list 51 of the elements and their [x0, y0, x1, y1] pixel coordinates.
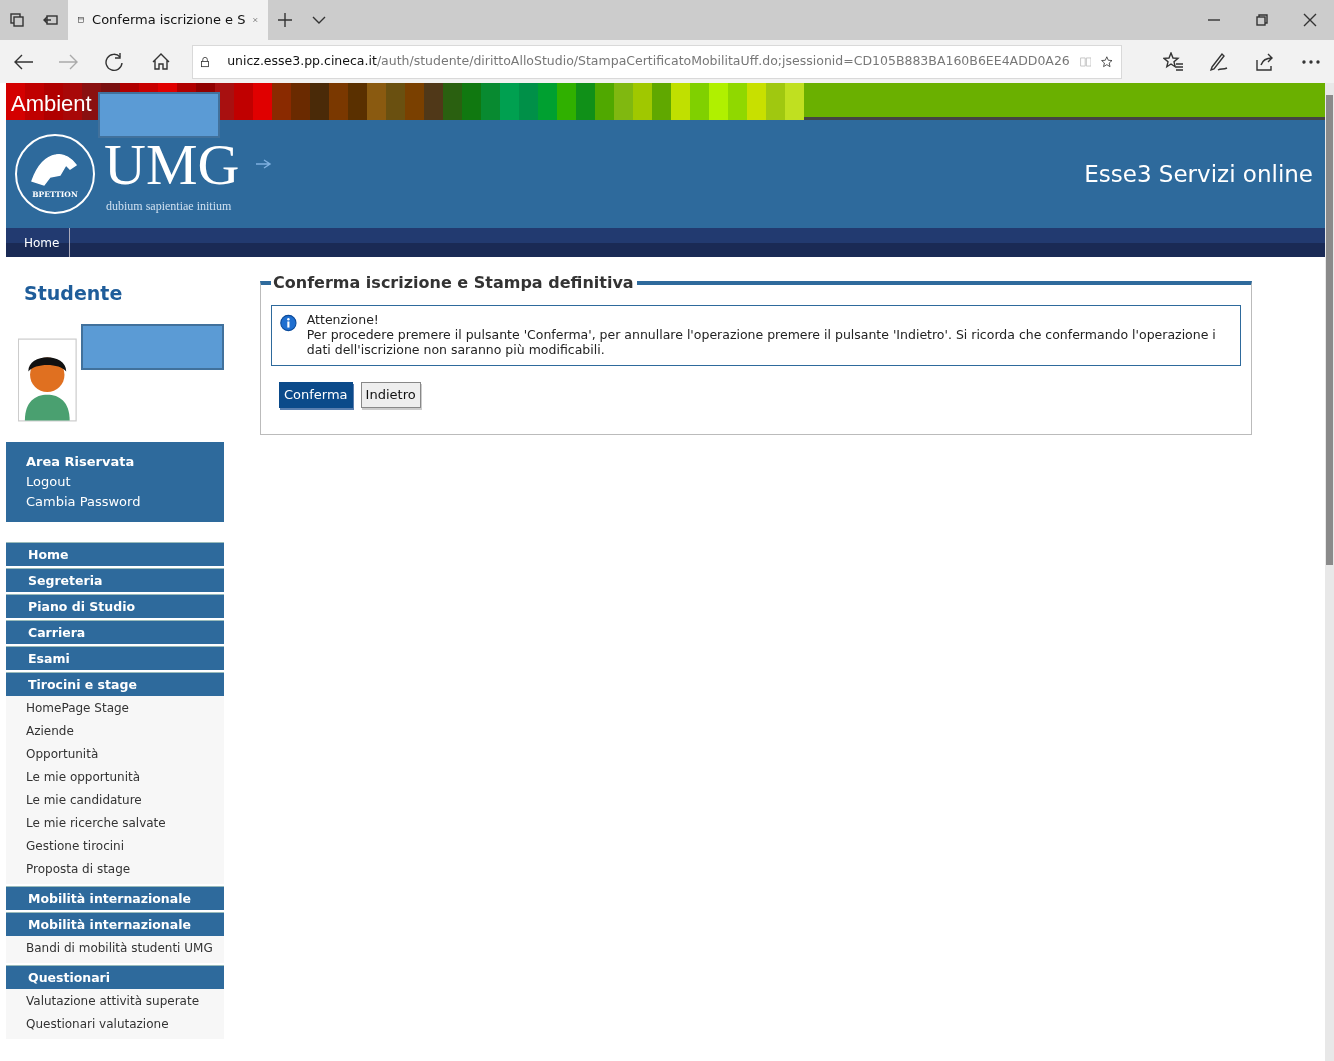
- menu-section[interactable]: Tirocini e stage: [6, 671, 224, 696]
- menu-section[interactable]: Carriera: [6, 619, 224, 644]
- menu-item[interactable]: Le mie opportunità: [26, 769, 141, 784]
- info-icon: [280, 312, 297, 334]
- confirm-button[interactable]: Conferma: [279, 382, 353, 408]
- back-button[interactable]: Indietro: [360, 382, 421, 408]
- share-icon[interactable]: [1255, 51, 1275, 72]
- menu-item[interactable]: Valutazione attività superate: [26, 993, 200, 1008]
- pen-icon[interactable]: [1209, 51, 1229, 72]
- menu-item[interactable]: Proposta di stage: [26, 861, 131, 876]
- tab-title: Conferma iscrizione e S: [92, 11, 246, 30]
- arrow-icon: [256, 159, 272, 169]
- scrollbar[interactable]: [1325, 83, 1334, 1061]
- sidebar-heading: Studente: [23, 281, 124, 306]
- address-bar[interactable]: unicz.esse3.pp.cineca.it/auth/studente/dirittoAlloStudio/StampaCertificatoMobilitaUff.do;jsessionid=CD105B883BA160B6EE4ADD0A26: [192, 44, 1122, 79]
- browser-tab[interactable]: Conferma iscrizione e S: [68, 0, 268, 40]
- home-icon[interactable]: [151, 51, 171, 72]
- menu-section[interactable]: Questionari: [6, 964, 224, 989]
- university-motto: dubium sapientiae initium: [106, 198, 233, 215]
- university-logo-text: UMG: [104, 133, 240, 197]
- tab-preview-icon[interactable]: [9, 12, 25, 28]
- restore-icon[interactable]: [1254, 12, 1270, 28]
- url-text: unicz.esse3.pp.cineca.it/auth/studente/dirittoAlloStudio/StampaCertificatoMobilitaUff.do;jsessionid=CD105B883BA160B6EE4ADD0A26: [227, 52, 1070, 71]
- menu-item[interactable]: Le mie ricerche salvate: [26, 815, 166, 830]
- alert-message: Per procedere premere il pulsante 'Conferma', per annullare l'operazione premere il pulsante 'Indietro'. Si ricorda che confermando l'operazione i dati dell'iscrizione non saranno più modificabili.: [306, 327, 1217, 357]
- menu-section[interactable]: Home: [6, 541, 224, 566]
- refresh-icon[interactable]: [105, 51, 125, 72]
- alert-heading: Attenzione!: [306, 312, 380, 327]
- plus-icon[interactable]: [277, 12, 293, 28]
- menu-item[interactable]: Aziende: [26, 723, 74, 738]
- service-title: Esse3 Servizi online: [1084, 159, 1313, 189]
- menu-section[interactable]: Piano di Studio: [6, 593, 224, 618]
- menu-item[interactable]: Bandi di mobilità studenti UMG: [26, 940, 213, 955]
- menu-item[interactable]: Questionari valutazione: [26, 1016, 169, 1031]
- menu-section[interactable]: Esami: [6, 645, 224, 670]
- menu-section[interactable]: Mobilità internazionale: [6, 911, 224, 936]
- menu-item[interactable]: HomePage Stage: [26, 700, 129, 715]
- sidebar-link[interactable]: Logout: [26, 471, 204, 492]
- menu-section[interactable]: Mobilità internazionale: [6, 885, 224, 910]
- environment-label: Ambient: [11, 90, 92, 118]
- favorites-icon[interactable]: [1163, 51, 1183, 72]
- nav-link[interactable]: Home: [6, 228, 71, 257]
- menu-item[interactable]: Opportunità: [26, 746, 99, 761]
- chevron-down-icon[interactable]: [311, 15, 327, 25]
- menu-item[interactable]: Gestione tirocini: [26, 838, 125, 853]
- set-aside-tabs-icon[interactable]: [43, 12, 59, 28]
- menu-section[interactable]: Segreteria: [6, 567, 224, 592]
- reserved-area-heading: Area Riservata: [26, 452, 136, 471]
- close-icon[interactable]: [1302, 12, 1318, 28]
- sidebar-link[interactable]: Cambia Password: [26, 491, 204, 512]
- menu-item[interactable]: Le mie candidature: [26, 792, 142, 807]
